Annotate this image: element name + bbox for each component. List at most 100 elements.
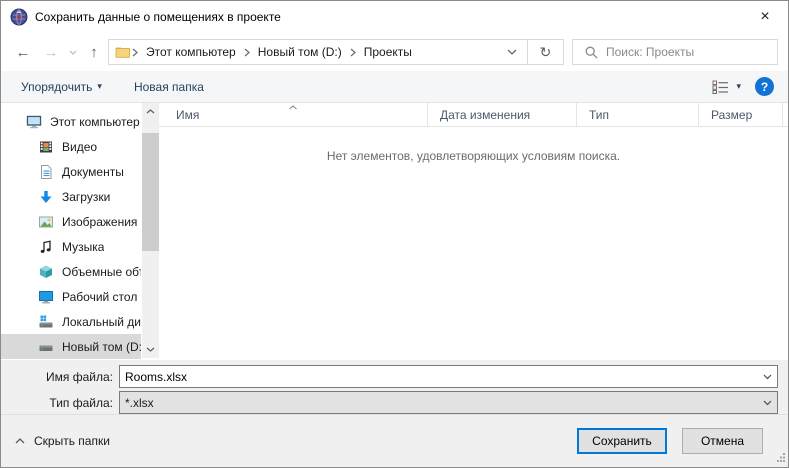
music-icon	[38, 239, 54, 255]
filetype-select[interactable]: *.xlsx	[119, 391, 778, 414]
breadcrumb-chevron-icon[interactable]	[131, 48, 139, 57]
hide-folders-label: Скрыть папки	[34, 434, 110, 448]
documents-icon	[38, 164, 54, 180]
change-view-button[interactable]: ▾	[708, 74, 745, 100]
column-header[interactable]: Размер	[699, 103, 783, 126]
app-icon	[10, 8, 28, 26]
sidebar-item[interactable]: Видео	[1, 134, 141, 159]
chevron-down-icon: ▾	[97, 81, 102, 92]
filename-input[interactable]	[120, 370, 777, 384]
sidebar-item-label: Этот компьютер	[50, 115, 140, 129]
sidebar-item[interactable]: Документы	[1, 159, 141, 184]
breadcrumb-chevron-icon[interactable]	[349, 48, 357, 57]
filetype-label: Тип файла:	[1, 396, 119, 410]
downloads-icon	[38, 189, 54, 205]
breadcrumb: Этот компьютер Новый том (D:) Проекты	[131, 45, 419, 59]
sidebar-item-label: Музыка	[62, 240, 104, 254]
file-fields-strip: Имя файла: Тип файла: *.xlsx	[1, 360, 788, 414]
scrollbar-thumb[interactable]	[142, 133, 159, 251]
filename-row: Имя файла:	[1, 365, 788, 388]
new-folder-button[interactable]: Новая папка	[126, 74, 212, 100]
folder-icon	[115, 44, 131, 60]
sidebar-scrollbar[interactable]	[142, 103, 159, 358]
filetype-row: Тип файла: *.xlsx	[1, 391, 788, 414]
filename-label: Имя файла:	[1, 370, 119, 384]
back-button[interactable]: ←	[9, 38, 37, 66]
column-header-label: Имя	[176, 108, 199, 122]
help-button[interactable]: ?	[755, 77, 774, 96]
scroll-up-icon[interactable]	[142, 103, 159, 120]
sidebar-item[interactable]: Изображения	[1, 209, 141, 234]
column-header-label: Дата изменения	[440, 108, 530, 122]
search-icon	[585, 46, 598, 59]
column-header[interactable]: Имя	[159, 103, 428, 126]
command-toolbar: Упорядочить ▾ Новая папка ▾ ?	[1, 71, 788, 103]
toolbar-right-group: ▾ ?	[708, 74, 774, 100]
close-button[interactable]: ×	[742, 1, 788, 33]
column-header-label: Размер	[711, 108, 752, 122]
sidebar-item-label: Объемные объ	[62, 265, 141, 279]
new-folder-label: Новая папка	[134, 80, 204, 94]
chevron-down-icon[interactable]	[763, 374, 772, 380]
sidebar-item[interactable]: Загрузки	[1, 184, 141, 209]
details-view-icon	[712, 80, 730, 94]
sidebar-item-label: Локальный дис	[62, 315, 141, 329]
scroll-down-icon[interactable]	[142, 341, 159, 358]
sidebar-item[interactable]: Новый том (D:)	[1, 334, 141, 359]
desktop-icon	[38, 289, 54, 305]
sidebar-item[interactable]: Объемные объ	[1, 259, 141, 284]
resize-grip-icon[interactable]	[775, 451, 786, 465]
sidebar-item-label: Рабочий стол	[62, 290, 137, 304]
title-bar: Сохранить данные о помещениях в проекте …	[1, 1, 788, 33]
chevron-down-icon	[763, 400, 772, 406]
chevron-down-icon: ▾	[736, 81, 741, 92]
breadcrumb-chevron-icon[interactable]	[243, 48, 251, 57]
save-button[interactable]: Сохранить	[577, 428, 667, 454]
recent-locations-chevron-icon[interactable]	[65, 38, 80, 66]
filetype-value: *.xlsx	[120, 396, 154, 410]
cancel-button[interactable]: Отмена	[682, 428, 763, 454]
up-button[interactable]: ↑	[80, 38, 108, 66]
address-bar[interactable]: Этот компьютер Новый том (D:) Проекты	[108, 39, 528, 65]
sidebar-item-label: Изображения	[62, 215, 137, 229]
column-headers: Имя Дата изменения Тип Размер	[159, 103, 788, 127]
navigation-bar: ← → ↑ Этот компьютер Новый том (D:) Проект…	[1, 33, 788, 71]
sidebar-item-label: Видео	[62, 140, 97, 154]
search-input[interactable]	[606, 45, 771, 59]
address-dropdown-chevron-icon[interactable]	[501, 40, 523, 64]
window-title: Сохранить данные о помещениях в проекте	[35, 10, 281, 24]
organize-button[interactable]: Упорядочить ▾	[13, 74, 110, 100]
empty-folder-message: Нет элементов, удовлетворяющих условиям …	[159, 149, 788, 163]
breadcrumb-item[interactable]: Этот компьютер	[139, 45, 243, 59]
sidebar-item[interactable]: Этот компьютер	[1, 109, 141, 134]
organize-label: Упорядочить	[21, 80, 92, 94]
forward-button[interactable]: →	[37, 38, 65, 66]
refresh-button[interactable]: ↻	[528, 39, 564, 65]
filename-combo	[119, 365, 778, 388]
sidebar-item-label: Документы	[62, 165, 124, 179]
sort-ascending-icon	[289, 103, 298, 110]
hide-folders-button[interactable]: Скрыть папки	[11, 430, 114, 452]
breadcrumb-item[interactable]: Проекты	[357, 45, 419, 59]
drive-icon	[38, 339, 54, 355]
column-header[interactable]: Тип	[577, 103, 699, 126]
sidebar-item[interactable]: Локальный дис	[1, 309, 141, 334]
sidebar-item[interactable]: Музыка	[1, 234, 141, 259]
breadcrumb-item[interactable]: Новый том (D:)	[251, 45, 349, 59]
navigation-pane: Этот компьютер Видео Документы Загрузки Изоб…	[1, 103, 159, 360]
file-list-area: Имя Дата изменения Тип Размер Нет элементов…	[159, 103, 788, 360]
search-box	[572, 39, 778, 65]
dialog-footer: Скрыть папки Сохранить Отмена	[1, 414, 788, 467]
computer-icon	[26, 114, 42, 130]
sidebar-item-label: Загрузки	[62, 190, 110, 204]
sidebar-item[interactable]: Рабочий стол	[1, 284, 141, 309]
3d-objects-icon	[38, 264, 54, 280]
column-header-label: Тип	[589, 108, 609, 122]
sidebar-item-label: Новый том (D:)	[62, 340, 141, 354]
local-disk-icon	[38, 314, 54, 330]
column-header[interactable]: Дата изменения	[428, 103, 577, 126]
dialog-content: Этот компьютер Видео Документы Загрузки Изоб…	[1, 103, 788, 360]
save-file-dialog: Сохранить данные о помещениях в проекте …	[0, 0, 789, 468]
sidebar-items: Этот компьютер Видео Документы Загрузки Изоб…	[1, 109, 159, 359]
pictures-icon	[38, 214, 54, 230]
